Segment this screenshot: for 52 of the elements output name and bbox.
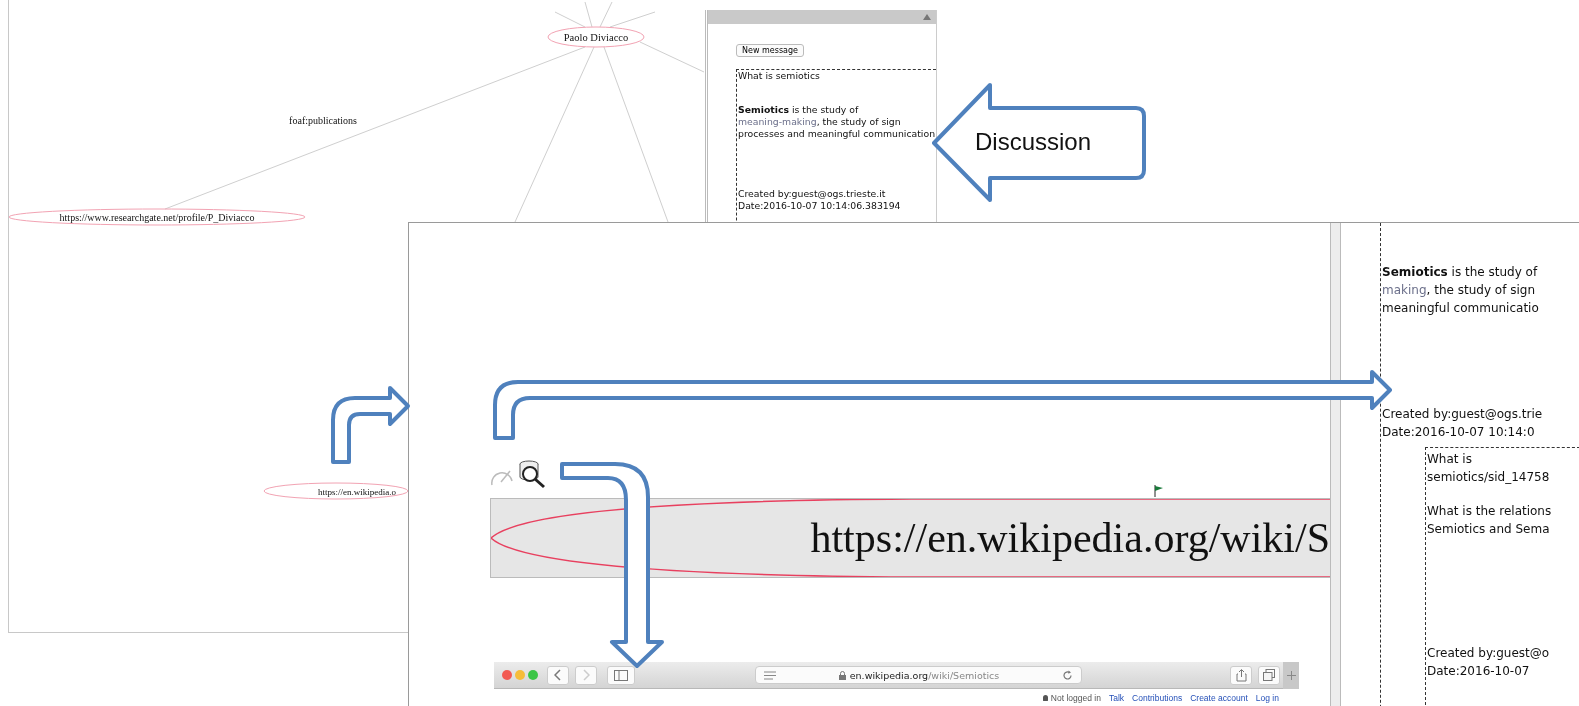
share-button[interactable] — [1230, 665, 1252, 685]
reload-icon[interactable] — [1062, 669, 1073, 681]
reply-text-line: What is the relations — [1426, 503, 1553, 520]
scroll-up-icon[interactable] — [923, 14, 931, 20]
close-window-button[interactable] — [502, 670, 512, 680]
flag-icon — [1154, 485, 1164, 497]
back-button[interactable] — [547, 665, 569, 685]
user-link[interactable]: Log in — [1255, 693, 1279, 703]
message-date: Date:2016-10-07 10:14:0 — [1381, 424, 1536, 441]
address-field[interactable]: en.wikipedia.org/wiki/Semiotics — [755, 666, 1082, 684]
lock-icon — [838, 670, 846, 680]
url-text: en.wikipedia.org/wiki/Semiotics — [838, 669, 1000, 681]
node-label: https://en.wikipedia.org/wiki/S — [810, 514, 1330, 562]
sidebar-button[interactable] — [607, 665, 635, 685]
reply-title-line: semiotics/sid_14758 — [1426, 469, 1551, 486]
reader-icon[interactable] — [764, 670, 776, 680]
new-tab-button[interactable] — [1283, 661, 1299, 689]
message-author: Created by:guest@ogs.trieste.it — [738, 188, 887, 200]
share-icon — [1235, 668, 1247, 682]
back-icon — [554, 669, 562, 681]
message-text-line: meaningful communicatio — [1381, 300, 1540, 317]
forward-icon — [582, 669, 590, 681]
plus-icon — [1286, 670, 1296, 680]
message-date: Date:2016-10-07 10:14:06.383194 — [738, 200, 902, 212]
user-link[interactable]: Create account — [1190, 693, 1248, 703]
tabs-icon — [1263, 669, 1275, 681]
login-status: Not logged in — [1042, 693, 1101, 703]
message-text-line: making, the study of sign — [1381, 282, 1536, 299]
reply-title-line: What is — [1426, 451, 1473, 468]
edge-label: foaf:publications — [289, 115, 357, 126]
reply-author: Created by:guest@o — [1426, 645, 1551, 662]
magnifier-icon[interactable] — [516, 459, 546, 489]
reply-text-line: Semiotics and Sema — [1426, 521, 1551, 538]
zoom-window-button[interactable] — [528, 670, 538, 680]
message-author: Created by:guest@ogs.trie — [1381, 406, 1544, 423]
link[interactable]: meaning-making — [738, 116, 817, 127]
user-link[interactable]: Contributions — [1132, 693, 1183, 703]
sidebar-icon — [614, 669, 628, 681]
callout-label: Discussion — [975, 127, 1092, 157]
link[interactable]: making — [1382, 283, 1427, 297]
message-text-line: Semiotics is the study of — [1381, 264, 1539, 281]
message-text: Semiotics is the study of meaning-making, the study of sign processes and meaningful communication — [738, 104, 936, 140]
reply-date: Date:2016-10-07 — [1426, 663, 1531, 680]
user-link[interactable]: Talk — [1108, 693, 1125, 703]
new-message-button[interactable]: New message — [736, 44, 804, 57]
graph-node[interactable]: https://en.wikipedia.o — [263, 482, 409, 500]
message-title: What is semiotics — [738, 70, 821, 82]
graph-node[interactable]: Paolo Diviacco — [547, 26, 645, 48]
scrollbar-track[interactable] — [1330, 223, 1341, 706]
node-bar[interactable]: https://en.wikipedia.org/wiki/S — [490, 498, 1330, 578]
graph-node[interactable]: https://www.researchgate.net/profile/P_Diviacco — [8, 208, 306, 226]
tabs-button[interactable] — [1258, 665, 1280, 685]
